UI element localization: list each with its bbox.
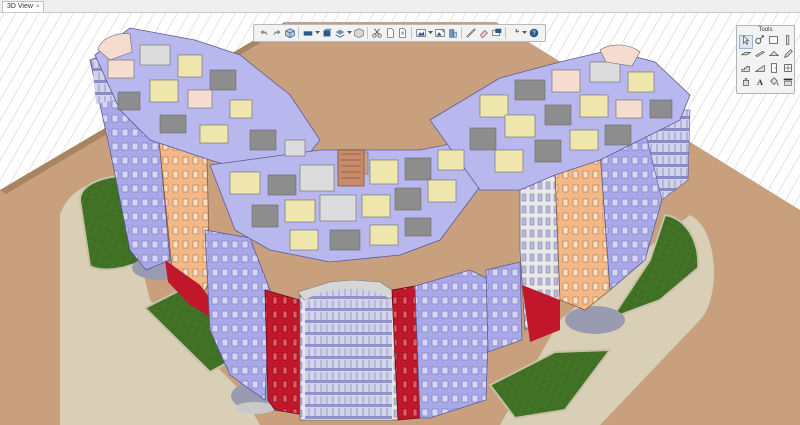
document-icon: [397, 27, 409, 39]
cut-button[interactable]: [370, 26, 383, 40]
picture-edit-icon: [434, 27, 446, 39]
wrench-icon: [509, 27, 521, 39]
help-button[interactable]: ?: [527, 26, 540, 40]
tool-object[interactable]: [740, 78, 752, 90]
paint-icon: [768, 75, 780, 93]
toolbar-separator: [298, 27, 299, 39]
tool-paint[interactable]: [768, 75, 780, 93]
text-icon: A: [754, 75, 766, 93]
tab-close-icon[interactable]: ×: [36, 2, 40, 12]
object-icon: [740, 75, 752, 93]
section-box-button[interactable]: [320, 26, 333, 40]
toolbar-separator: [411, 27, 412, 39]
object-box-button[interactable]: [352, 26, 365, 40]
tab-label: 3D View: [7, 3, 33, 10]
app-window: 3D View × ? Tools A: [0, 0, 800, 425]
tool-text[interactable]: A: [754, 75, 766, 93]
view-toolbar: ?: [253, 24, 546, 42]
tools-palette: Tools A: [736, 25, 795, 94]
measure-icon: [465, 27, 477, 39]
toolbar-separator: [505, 27, 506, 39]
page-button[interactable]: [383, 26, 396, 40]
object-box-icon: [353, 27, 365, 39]
eraser-button[interactable]: [477, 26, 490, 40]
cut-icon: [371, 27, 383, 39]
building-icon: [447, 27, 459, 39]
tab-3d-view[interactable]: 3D View ×: [2, 1, 45, 12]
toolbar-separator: [367, 27, 368, 39]
svg-text:A: A: [757, 77, 764, 87]
undo-icon: [258, 27, 270, 39]
building-button[interactable]: [446, 26, 459, 40]
layers-icon: [334, 27, 346, 39]
toolbar-separator: [461, 27, 462, 39]
tool-ceiling[interactable]: [782, 78, 794, 90]
redo-icon: [271, 27, 283, 39]
picture-icon: [415, 27, 427, 39]
view-cube-button[interactable]: [283, 26, 296, 40]
display-icon: [491, 27, 503, 39]
stair-core: [337, 149, 365, 187]
view-cube-icon: [284, 27, 296, 39]
floor-plane-icon: [302, 27, 314, 39]
wrench-button[interactable]: [508, 26, 521, 40]
redo-button[interactable]: [270, 26, 283, 40]
page-icon: [384, 27, 396, 39]
measure-button[interactable]: [464, 26, 477, 40]
tools-grid: A: [737, 34, 794, 93]
eraser-icon: [478, 27, 490, 39]
document-button[interactable]: [396, 26, 409, 40]
3d-viewport[interactable]: ? Tools A: [0, 13, 800, 425]
section-box-icon: [321, 27, 333, 39]
tab-bar: 3D View ×: [0, 0, 800, 13]
help-icon: ?: [528, 27, 540, 39]
picture-button[interactable]: [414, 26, 427, 40]
undo-button[interactable]: [257, 26, 270, 40]
building-model-render[interactable]: [0, 13, 800, 425]
display-button[interactable]: [490, 26, 503, 40]
picture-edit-button[interactable]: [433, 26, 446, 40]
layers-button[interactable]: [333, 26, 346, 40]
floor-plane-button[interactable]: [301, 26, 314, 40]
ceiling-icon: [782, 75, 794, 93]
